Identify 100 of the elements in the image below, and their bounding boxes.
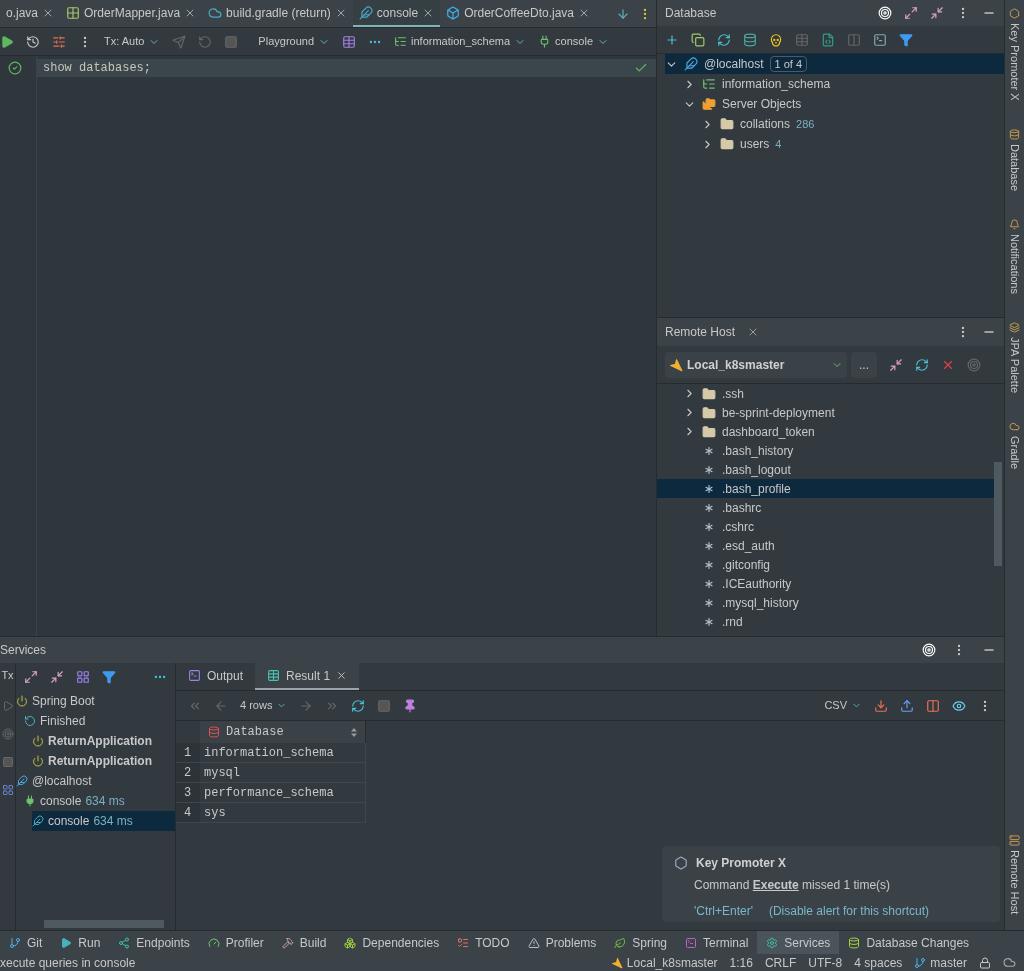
close-icon[interactable] bbox=[336, 670, 348, 681]
filter-icon[interactable] bbox=[899, 32, 913, 47]
rows-dropdown[interactable]: 4 rows bbox=[240, 697, 288, 714]
more-button[interactable]: ... bbox=[851, 351, 877, 378]
file-item[interactable]: .ICEauthority bbox=[657, 574, 994, 593]
caret-position[interactable]: 1:16 bbox=[729, 953, 753, 971]
tool-window-button[interactable]: Problems bbox=[518, 931, 606, 954]
result-tab[interactable]: Output bbox=[176, 663, 256, 690]
tree-item[interactable]: collations 286 bbox=[701, 114, 1004, 134]
tree-item[interactable]: Finished bbox=[24, 711, 175, 731]
collapse-icon[interactable] bbox=[889, 357, 903, 372]
tool-window-button[interactable]: TODO bbox=[448, 931, 519, 954]
filter-icon[interactable] bbox=[102, 670, 116, 684]
refresh-icon[interactable] bbox=[915, 357, 929, 372]
refresh-icon[interactable] bbox=[717, 32, 731, 47]
database-icon[interactable] bbox=[743, 32, 757, 47]
file-item[interactable]: .ssh bbox=[657, 384, 994, 403]
tree-item[interactable]: information_schema bbox=[683, 74, 1004, 94]
file-item[interactable]: .gitconfig bbox=[657, 555, 994, 574]
tree-item[interactable]: ReturnApplication bbox=[32, 751, 175, 771]
history-icon[interactable] bbox=[26, 34, 40, 49]
scrollbar[interactable] bbox=[994, 462, 1002, 566]
collapse-icon[interactable] bbox=[930, 6, 944, 20]
expand-icon[interactable] bbox=[24, 670, 38, 684]
editor-tab[interactable]: o.java bbox=[0, 0, 61, 27]
settings-icon[interactable] bbox=[52, 34, 66, 49]
format-dropdown[interactable]: CSV bbox=[824, 697, 862, 714]
download-icon[interactable] bbox=[874, 698, 888, 713]
file-item[interactable]: .bash_history bbox=[657, 441, 994, 460]
file-item[interactable]: .bash_logout bbox=[657, 460, 994, 479]
tree-item[interactable]: users 4 bbox=[701, 134, 1004, 154]
upload-icon[interactable] bbox=[900, 698, 914, 713]
tool-window-button[interactable]: Spring bbox=[605, 931, 676, 954]
cloud-icon[interactable] bbox=[1003, 956, 1016, 969]
file-item[interactable]: .cshrc bbox=[657, 517, 994, 536]
tree-item[interactable]: @localhost bbox=[16, 771, 175, 791]
side-tab[interactable]: Remote Host bbox=[1005, 826, 1024, 922]
column-header[interactable]: Database bbox=[200, 721, 366, 743]
tool-window-button[interactable]: Git bbox=[0, 931, 52, 954]
file-item[interactable]: .bashrc bbox=[657, 498, 994, 517]
collapse-icon[interactable] bbox=[50, 670, 64, 684]
indent-widget[interactable]: 4 spaces bbox=[854, 953, 903, 971]
tree-item[interactable]: console 634 ms bbox=[24, 791, 175, 811]
tree-item[interactable]: Server Objects bbox=[683, 94, 1004, 114]
editor-tab[interactable]: OrderCoffeeDto.java bbox=[440, 0, 596, 27]
tree-item[interactable]: console 634 ms bbox=[32, 811, 175, 831]
playground-dropdown[interactable]: Playground bbox=[258, 33, 330, 50]
editor-tab[interactable]: OrderMapper.java bbox=[60, 0, 203, 27]
file-item[interactable]: dashboard_token bbox=[657, 422, 994, 441]
sort-icon[interactable] bbox=[351, 727, 357, 737]
tool-window-button[interactable]: Dependencies bbox=[335, 931, 449, 954]
disable-alert-link[interactable]: (Disable alert for this shortcut) bbox=[768, 902, 929, 920]
file-item[interactable]: be-sprint-deployment bbox=[657, 403, 994, 422]
copy-icon[interactable] bbox=[691, 32, 705, 47]
command-link[interactable]: Execute bbox=[752, 878, 799, 892]
scrollbar[interactable] bbox=[44, 920, 164, 928]
skull-icon[interactable] bbox=[769, 32, 783, 47]
file-encoding[interactable]: UTF-8 bbox=[808, 953, 843, 971]
file-item[interactable]: .mysql_history bbox=[657, 593, 994, 612]
editor-tab[interactable]: build.gradle (return) bbox=[202, 0, 353, 27]
refresh-icon[interactable] bbox=[351, 698, 366, 713]
compare-icon[interactable] bbox=[926, 698, 940, 713]
file-item[interactable]: .esd_auth bbox=[657, 536, 994, 555]
session-dropdown[interactable]: console bbox=[538, 33, 609, 50]
run-icon[interactable] bbox=[0, 34, 14, 49]
tool-window-button[interactable]: Database Changes bbox=[839, 931, 979, 954]
file-item[interactable]: .rnd bbox=[657, 612, 994, 631]
tree-item[interactable]: @localhost 1 of 4 bbox=[665, 54, 1004, 74]
tool-window-button[interactable]: Endpoints bbox=[109, 931, 199, 954]
tool-window-button[interactable]: Services bbox=[757, 931, 840, 954]
editor-tab[interactable]: console bbox=[352, 0, 441, 27]
tool-window-button[interactable]: Run bbox=[51, 931, 110, 954]
git-branch[interactable]: master bbox=[914, 953, 967, 971]
eye-icon[interactable] bbox=[952, 698, 966, 713]
tree-item[interactable]: Spring Boot bbox=[16, 691, 175, 711]
tree-item[interactable]: ReturnApplication bbox=[32, 731, 175, 751]
side-tab[interactable]: Gradle bbox=[1005, 412, 1024, 477]
result-tab[interactable]: Result 1 bbox=[255, 663, 360, 690]
file-code-icon[interactable] bbox=[821, 32, 835, 47]
line-separator[interactable]: CRLF bbox=[764, 953, 797, 971]
table-icon[interactable] bbox=[342, 34, 356, 49]
terminal-icon[interactable] bbox=[873, 32, 887, 47]
side-tab[interactable]: JPA Palette bbox=[1005, 313, 1024, 401]
grid-icon[interactable] bbox=[76, 670, 90, 684]
pin-icon[interactable] bbox=[403, 698, 418, 713]
schema-dropdown[interactable]: information_schema bbox=[394, 33, 527, 50]
tool-window-button[interactable]: Build bbox=[272, 931, 336, 954]
expand-icon[interactable] bbox=[904, 6, 918, 20]
tool-window-button[interactable]: Terminal bbox=[676, 931, 758, 954]
connection-widget[interactable]: Local_k8smaster bbox=[610, 953, 718, 971]
side-tab[interactable]: Database bbox=[1005, 120, 1024, 199]
tool-window-button[interactable]: Profiler bbox=[198, 931, 273, 954]
side-tab[interactable]: Key Promoter X bbox=[1005, 0, 1024, 109]
lock-icon[interactable] bbox=[979, 956, 991, 969]
transaction-dropdown[interactable]: Tx: Auto bbox=[104, 33, 161, 50]
grid-icon[interactable] bbox=[1, 783, 14, 796]
tx-label[interactable]: Tx bbox=[1, 667, 14, 684]
add-icon[interactable] bbox=[665, 32, 679, 47]
side-tab[interactable]: Notifications bbox=[1005, 210, 1024, 302]
file-item[interactable]: .bash_profile bbox=[657, 479, 994, 498]
